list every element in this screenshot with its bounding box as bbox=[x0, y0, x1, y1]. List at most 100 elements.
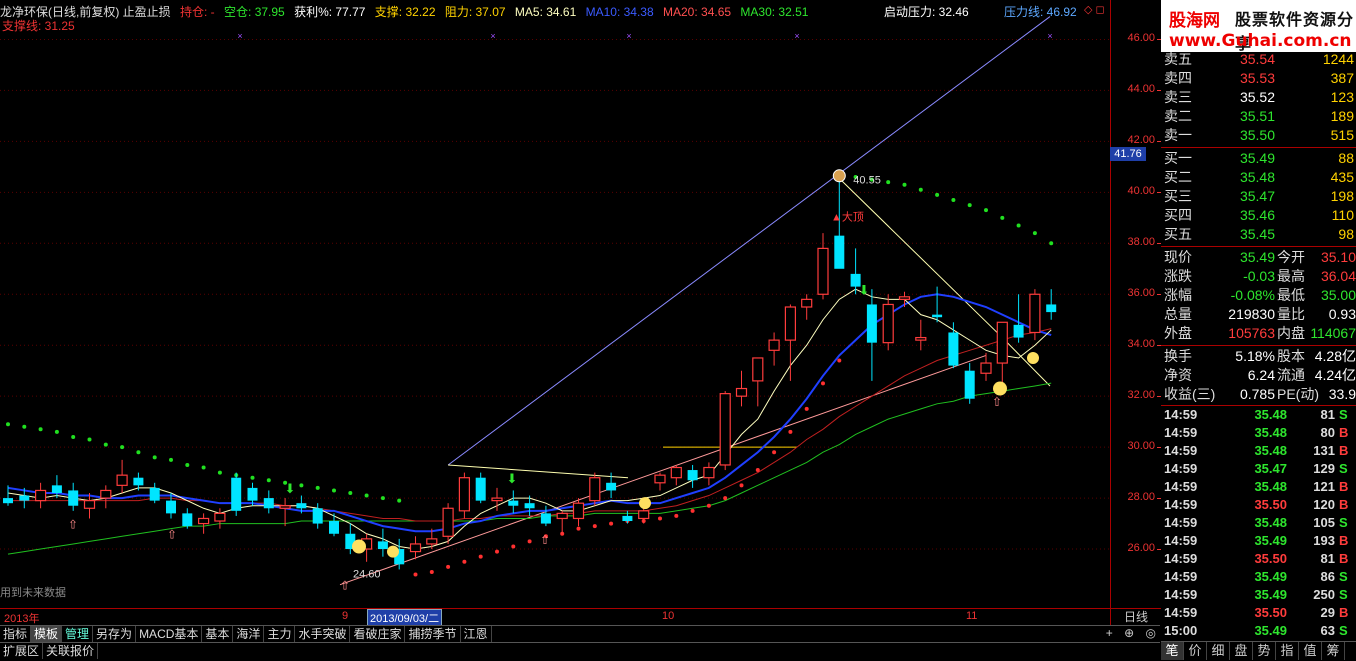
tick-side: S bbox=[1339, 569, 1348, 584]
quote-volume: 189 bbox=[1330, 108, 1354, 124]
price-tick-label: 44.00 bbox=[1127, 83, 1161, 96]
quote-row-asks-3[interactable]: 卖二 35.51 189 bbox=[1161, 107, 1356, 126]
candle-body bbox=[329, 521, 339, 534]
stat-value: 219830 bbox=[1228, 306, 1275, 322]
tab-basic[interactable]: 基本 bbox=[202, 626, 234, 642]
tick-row: 14:59 35.48 105 S bbox=[1161, 514, 1356, 532]
tab-ocean[interactable]: 海洋 bbox=[233, 626, 265, 642]
divider bbox=[1161, 147, 1356, 148]
window-controls-icon[interactable]: ◇ ◻ bbox=[1084, 3, 1105, 16]
sar-dot bbox=[87, 437, 92, 442]
pressure-trend-line bbox=[447, 16, 1051, 466]
candle-body bbox=[996, 321, 1008, 364]
quote-row-asks-1[interactable]: 卖四 35.53 387 bbox=[1161, 69, 1356, 88]
quote-row-bids-0[interactable]: 买一 35.49 88 bbox=[1161, 149, 1356, 168]
quote-row-bids-2[interactable]: 买三 35.47 198 bbox=[1161, 187, 1356, 206]
sar-dot bbox=[250, 475, 255, 480]
quote-label: 卖一 bbox=[1164, 127, 1192, 143]
fundamental-label: 换手 bbox=[1164, 348, 1192, 364]
indicator-tabs: 指标 模板 管理 另存为 MACD基本 基本 海洋 主力 水手突破 看破庄家 捕捞季节 江恩 + ⊕ … bbox=[0, 625, 1160, 643]
signal-mark-icon: × bbox=[237, 31, 242, 41]
tab-macd[interactable]: MACD基本 bbox=[136, 626, 203, 642]
candle-body bbox=[231, 477, 242, 511]
stat-label: 量比 bbox=[1277, 306, 1305, 322]
sar-dot bbox=[364, 493, 369, 498]
settings-icon[interactable]: ◎ bbox=[1146, 626, 1156, 640]
tab-main-force[interactable]: 主力 bbox=[264, 626, 296, 642]
time-label-nov: 11 bbox=[966, 610, 978, 622]
tick-row: 14:59 35.49 250 S bbox=[1161, 586, 1356, 604]
sar-dot bbox=[511, 544, 516, 549]
stat-value: 35.00 bbox=[1320, 287, 1356, 303]
stat-label: 涨幅 bbox=[1164, 287, 1192, 303]
tick-side: B bbox=[1339, 443, 1349, 458]
sar-dot bbox=[54, 429, 59, 434]
tab-indicator[interactable]: 指标 bbox=[0, 626, 32, 642]
candle-body bbox=[247, 487, 258, 501]
candle-body bbox=[34, 489, 47, 502]
tab-see-dealer[interactable]: 看破庄家 bbox=[350, 626, 406, 642]
panel-tab-3[interactable]: 盘 bbox=[1230, 642, 1253, 660]
period-daily-button[interactable]: 日线 bbox=[1110, 608, 1161, 625]
panel-tab-4[interactable]: 势 bbox=[1253, 642, 1276, 660]
candle-body bbox=[296, 503, 307, 509]
quote-price: 35.51 bbox=[1239, 108, 1275, 124]
quote-price: 35.53 bbox=[1239, 70, 1275, 86]
sar-dot bbox=[837, 358, 842, 363]
tick-price: 35.49 bbox=[1254, 587, 1287, 602]
stat-value: 35.49 bbox=[1239, 249, 1275, 265]
quote-row-bids-1[interactable]: 买二 35.48 435 bbox=[1161, 168, 1356, 187]
stat-value: 105763 bbox=[1228, 325, 1275, 341]
sar-dot bbox=[299, 483, 304, 488]
panel-tab-7[interactable]: 筹 bbox=[1322, 642, 1345, 660]
quote-row-bids-4[interactable]: 买五 35.45 98 bbox=[1161, 225, 1356, 244]
stat-row: 涨跌 -0.03 最高 36.04 bbox=[1161, 267, 1356, 286]
candle-body bbox=[915, 336, 927, 341]
panel-bottom-tabs: 笔价细盘势指值筹 bbox=[1161, 641, 1356, 661]
add-icon[interactable]: + bbox=[1106, 626, 1113, 640]
panel-tab-2[interactable]: 细 bbox=[1207, 642, 1230, 660]
panel-tab-6[interactable]: 值 bbox=[1299, 642, 1322, 660]
buy-arrow-icon: ⇧ bbox=[540, 533, 550, 547]
fundamental-label: 流通 bbox=[1277, 367, 1305, 383]
candle-body bbox=[948, 332, 959, 366]
tab-extension-area[interactable]: 扩展区 bbox=[0, 643, 44, 659]
money-bag-icon bbox=[1027, 351, 1039, 364]
tab-template[interactable]: 模板 bbox=[31, 626, 63, 642]
quote-panel: 股海网 股票软件资源分享 www.Guhai.com.cn 卖五 35.54 124… bbox=[1161, 0, 1356, 660]
quote-row-asks-2[interactable]: 卖三 35.52 123 bbox=[1161, 88, 1356, 107]
quote-price: 35.48 bbox=[1239, 169, 1275, 185]
panel-tab-0[interactable]: 笔 bbox=[1161, 642, 1184, 660]
tick-volume: 81 bbox=[1320, 551, 1335, 566]
stat-label: 现价 bbox=[1164, 249, 1192, 265]
tab-tools: + ⊕ ◎ bbox=[1098, 626, 1156, 640]
tab-fishing-season[interactable]: 捕捞季节 bbox=[405, 626, 461, 642]
kline-chart[interactable]: × × × × × 40.55 24.60 ▲大顶 ⇧ ⇧ ⇧ ⇧ ⇧ ⬇ ⬇ ⬇ bbox=[0, 0, 1110, 608]
tab-manage[interactable]: 管理 bbox=[62, 626, 94, 642]
buy-arrow-icon: ⇧ bbox=[68, 517, 78, 531]
tab-related-quotes[interactable]: 关联报价 bbox=[43, 643, 99, 659]
zoom-icon[interactable]: ⊕ bbox=[1124, 626, 1134, 640]
tab-save-as[interactable]: 另存为 bbox=[93, 626, 137, 642]
quote-row-asks-0[interactable]: 卖五 35.54 1244 bbox=[1161, 50, 1356, 69]
candle-body bbox=[654, 474, 666, 484]
panel-tab-5[interactable]: 指 bbox=[1276, 642, 1299, 660]
tick-time: 14:59 bbox=[1164, 479, 1198, 494]
quote-row-bids-3[interactable]: 买四 35.46 110 bbox=[1161, 206, 1356, 225]
panel-tab-1[interactable]: 价 bbox=[1184, 642, 1207, 660]
tick-time: 14:59 bbox=[1164, 425, 1198, 440]
stat-value: -0.08% bbox=[1230, 287, 1275, 303]
tick-volume: 29 bbox=[1320, 605, 1335, 620]
sar-dot bbox=[674, 513, 679, 518]
signal-mark-icon: × bbox=[794, 31, 799, 41]
candle-body bbox=[735, 387, 748, 397]
logo-url: www.Guhai.com.cn bbox=[1169, 31, 1352, 51]
tab-gann[interactable]: 江恩 bbox=[461, 626, 492, 642]
sar-dot bbox=[951, 197, 956, 202]
sar-dot bbox=[706, 503, 711, 508]
tab-sailor-breakout[interactable]: 水手突破 bbox=[295, 626, 351, 642]
sar-dot bbox=[576, 526, 581, 531]
tick-volume: 131 bbox=[1313, 443, 1335, 458]
hold-label: 持仓: - bbox=[180, 5, 215, 19]
quote-row-asks-4[interactable]: 卖一 35.50 515 bbox=[1161, 126, 1356, 145]
